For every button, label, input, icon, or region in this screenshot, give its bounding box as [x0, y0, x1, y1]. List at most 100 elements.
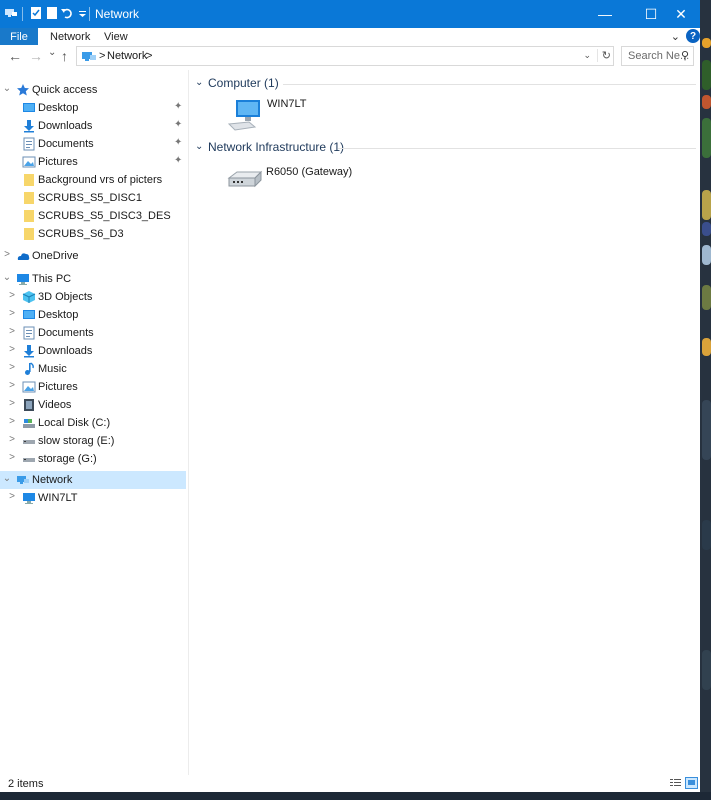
tab-file[interactable]: File — [0, 28, 38, 45]
expand-icon[interactable]: > — [7, 308, 17, 319]
nav-label: Documents — [38, 327, 94, 339]
large-icons-view-icon[interactable] — [685, 777, 698, 789]
nav-quick-folder[interactable]: Background vrs of picters — [0, 171, 186, 189]
recent-locations-button[interactable]: ⌄ — [48, 47, 56, 58]
expand-icon[interactable]: > — [7, 416, 17, 427]
nav-label: Desktop — [38, 102, 79, 114]
pin-icon[interactable]: ✦ — [174, 155, 182, 166]
network-item-router[interactable]: R6050 (Gateway) — [227, 166, 387, 192]
group-collapse-icon[interactable]: ⌄ — [195, 141, 203, 152]
expand-ribbon-icon[interactable]: ⌄ — [671, 30, 680, 43]
nav-quick-pictures[interactable]: Pictures ✦ — [0, 153, 186, 171]
group-title: Computer (1) — [208, 76, 279, 90]
expand-icon[interactable]: > — [7, 452, 17, 463]
nav-3d-objects[interactable]: > 3D Objects — [0, 288, 186, 306]
expand-icon[interactable]: > — [2, 249, 12, 260]
tab-network[interactable]: Network — [50, 28, 90, 45]
pin-icon[interactable]: ✦ — [174, 119, 182, 130]
expand-icon[interactable]: > — [7, 344, 17, 355]
nav-pc-downloads[interactable]: > Downloads — [0, 342, 186, 360]
content-pane[interactable]: ⌄ Computer (1) WIN7LT ⌄ Network Infrastr… — [189, 70, 700, 775]
properties-icon[interactable] — [29, 6, 43, 20]
nav-pc-videos[interactable]: > Videos — [0, 396, 186, 414]
nav-quick-folder[interactable]: SCRUBS_S6_D3 — [0, 225, 186, 243]
nav-quick-folder[interactable]: SCRUBS_S5_DISC3_DES — [0, 207, 186, 225]
nav-pc-documents[interactable]: > Documents — [0, 324, 186, 342]
details-view-icon[interactable] — [669, 777, 682, 789]
expand-icon[interactable]: > — [7, 326, 17, 337]
group-header-network-infrastructure[interactable]: ⌄ Network Infrastructure (1) — [193, 140, 698, 156]
nav-label: Pictures — [38, 156, 78, 168]
nav-label: Videos — [38, 399, 72, 411]
nav-onedrive[interactable]: > OneDrive — [0, 247, 186, 265]
refresh-icon[interactable]: ↻ — [596, 49, 611, 62]
nav-label: Downloads — [38, 120, 93, 132]
minimize-button[interactable]: — — [582, 0, 628, 28]
folder-icon — [24, 192, 34, 204]
expand-icon[interactable]: > — [7, 398, 17, 409]
nav-pc-music[interactable]: > Music — [0, 360, 186, 378]
ribbon-tabs: File Network View ⌄ ? — [0, 28, 700, 46]
router-icon — [227, 170, 263, 188]
expand-icon[interactable]: > — [7, 380, 17, 391]
close-button[interactable]: ✕ — [662, 0, 700, 28]
back-button[interactable]: ← — [8, 48, 22, 64]
videos-icon — [24, 399, 34, 411]
nav-pc-drive-g[interactable]: > storage (G:) — [0, 450, 186, 468]
nav-label: slow storag (E:) — [38, 435, 115, 447]
nav-this-pc[interactable]: ⌄ This PC — [0, 270, 186, 288]
new-folder-icon[interactable] — [45, 6, 59, 20]
nav-quick-downloads[interactable]: Downloads ✦ — [0, 117, 186, 135]
address-bar[interactable]: > Network > ⌄ ↻ — [76, 46, 614, 66]
expand-icon[interactable]: > — [7, 290, 17, 301]
nav-pc-pictures[interactable]: > Pictures — [0, 378, 186, 396]
pictures-icon — [22, 156, 36, 168]
address-dropdown-icon[interactable]: ⌄ — [583, 50, 591, 61]
group-collapse-icon[interactable]: ⌄ — [195, 77, 203, 88]
nav-pc-desktop[interactable]: > Desktop — [0, 306, 186, 324]
breadcrumb-network[interactable]: Network — [107, 50, 147, 62]
drive-icon — [23, 458, 35, 462]
pin-icon[interactable]: ✦ — [174, 101, 182, 112]
collapse-icon[interactable]: ⌄ — [2, 473, 12, 484]
undo-icon[interactable] — [60, 6, 74, 20]
nav-label: Documents — [38, 138, 94, 150]
up-button[interactable]: ↑ — [61, 48, 68, 64]
computer-icon — [23, 493, 35, 504]
expand-icon[interactable]: > — [7, 491, 17, 502]
nav-network[interactable]: ⌄ Network — [0, 471, 186, 489]
help-icon[interactable]: ? — [686, 29, 700, 43]
onedrive-icon — [17, 253, 30, 260]
local-disk-icon — [23, 419, 35, 428]
nav-label: Downloads — [38, 345, 93, 357]
nav-network-win7lt[interactable]: > WIN7LT — [0, 489, 186, 507]
group-divider — [283, 84, 696, 85]
nav-quick-folder[interactable]: SCRUBS_S5_DISC1 — [0, 189, 186, 207]
forward-button[interactable]: → — [29, 48, 43, 64]
breadcrumb-separator[interactable]: > — [99, 50, 105, 62]
search-input[interactable]: Search Ne... ⚲ — [621, 46, 694, 66]
network-icon — [17, 476, 29, 484]
expand-icon[interactable]: > — [7, 434, 17, 445]
pin-icon[interactable]: ✦ — [174, 137, 182, 148]
customize-toolbar-icon[interactable] — [76, 6, 90, 20]
nav-label: SCRUBS_S6_D3 — [38, 228, 124, 240]
nav-label: Music — [38, 363, 67, 375]
collapse-icon[interactable]: ⌄ — [2, 272, 12, 283]
nav-pc-local-disk[interactable]: > Local Disk (C:) — [0, 414, 186, 432]
expand-icon[interactable]: > — [7, 362, 17, 373]
search-icon[interactable]: ⚲ — [681, 49, 689, 62]
group-header-computer[interactable]: ⌄ Computer (1) — [193, 76, 698, 92]
title-bar[interactable]: Network — ☐ ✕ — [0, 0, 700, 28]
nav-quick-desktop[interactable]: Desktop ✦ — [0, 99, 186, 117]
nav-quick-access[interactable]: ⌄ Quick access — [0, 81, 186, 99]
nav-quick-documents[interactable]: Documents ✦ — [0, 135, 186, 153]
drive-icon — [23, 440, 35, 444]
nav-pc-drive-e[interactable]: > slow storag (E:) — [0, 432, 186, 450]
breadcrumb-chevron[interactable]: > — [146, 50, 152, 62]
nav-label: SCRUBS_S5_DISC1 — [38, 192, 142, 204]
tab-view[interactable]: View — [104, 28, 128, 45]
navigation-pane[interactable]: ⌄ Quick access Desktop ✦ Downloads ✦ Doc… — [0, 70, 189, 775]
collapse-icon[interactable]: ⌄ — [2, 83, 12, 94]
network-item-win7lt[interactable]: WIN7LT — [227, 98, 337, 134]
